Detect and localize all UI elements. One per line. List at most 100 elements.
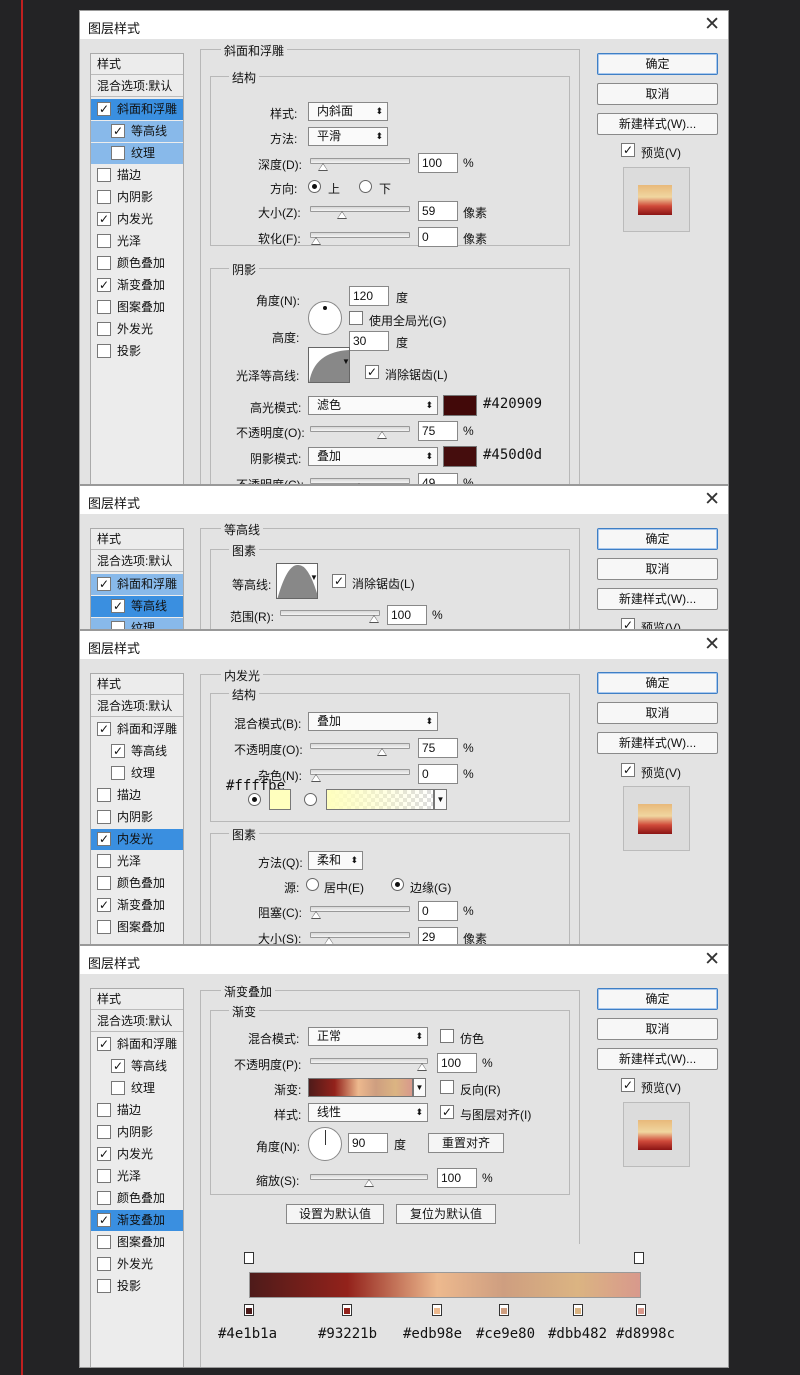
antialias-checkbox[interactable]: ✓ [365, 365, 379, 379]
color-stop[interactable] [636, 1304, 646, 1316]
noise-input[interactable]: 0 [418, 764, 458, 784]
dither-checkbox[interactable] [440, 1029, 454, 1043]
checkbox-bevel[interactable]: ✓ [97, 102, 111, 116]
size-slider[interactable] [310, 932, 410, 944]
cancel-button[interactable]: 取消 [597, 1018, 718, 1040]
color-stop[interactable] [432, 1304, 443, 1316]
angle-dial[interactable] [308, 1127, 342, 1161]
solid-color-radio[interactable] [248, 793, 261, 806]
sidebar-blending-options[interactable]: 混合选项:默认 [91, 551, 183, 572]
sidebar-item-color-overlay[interactable]: 颜色叠加 [91, 1188, 183, 1209]
sidebar-item-pattern-overlay[interactable]: 图案叠加 [91, 1232, 183, 1253]
checkbox-contour[interactable]: ✓ [111, 1059, 125, 1073]
checkbox-satin[interactable] [97, 234, 111, 248]
checkbox-contour[interactable]: ✓ [111, 124, 125, 138]
angle-input[interactable]: 90 [348, 1133, 388, 1153]
ok-button[interactable]: 确定 [597, 528, 718, 550]
sidebar-item-inner-glow[interactable]: ✓ 内发光 [91, 209, 183, 230]
chevron-down-icon[interactable]: ▼ [342, 357, 350, 366]
sidebar-item-color-overlay[interactable]: 颜色叠加 [91, 253, 183, 274]
blend-mode-select[interactable]: 正常 ⬍ [308, 1027, 428, 1046]
color-stop[interactable] [573, 1304, 584, 1316]
technique-select[interactable]: 平滑 ⬍ [308, 127, 388, 146]
highlight-color-swatch[interactable] [443, 395, 477, 416]
make-default-button[interactable]: 设置为默认值 [286, 1204, 384, 1224]
shadow-opacity-input[interactable]: 49 [418, 473, 458, 484]
range-slider[interactable] [280, 610, 380, 623]
new-style-button[interactable]: 新建样式(W)... [597, 588, 718, 610]
sidebar-item-inner-shadow[interactable]: 内阴影 [91, 807, 183, 828]
checkbox-outer-glow[interactable] [97, 1257, 111, 1271]
checkbox-bevel[interactable]: ✓ [97, 1037, 111, 1051]
checkbox-texture[interactable] [111, 766, 125, 780]
gradient-picker[interactable] [308, 1078, 413, 1097]
gradient-radio[interactable] [304, 793, 317, 806]
highlight-opacity-slider[interactable] [310, 426, 410, 439]
color-stop[interactable] [498, 1304, 509, 1316]
technique-select[interactable]: 柔和 ⬍ [308, 851, 363, 870]
sidebar-item-inner-shadow[interactable]: 内阴影 [91, 1122, 183, 1143]
checkbox-gradient-overlay[interactable]: ✓ [97, 898, 111, 912]
checkbox-pattern-overlay[interactable] [97, 920, 111, 934]
angle-input[interactable]: 120 [349, 286, 389, 306]
sidebar-blending-options[interactable]: 混合选项:默认 [91, 696, 183, 717]
checkbox-inner-shadow[interactable] [97, 190, 111, 204]
new-style-button[interactable]: 新建样式(W)... [597, 1048, 718, 1070]
sidebar-item-contour[interactable]: ✓ 等高线 [91, 1056, 183, 1077]
antialias-checkbox[interactable]: ✓ [332, 574, 346, 588]
opacity-slider-thumb[interactable] [417, 1063, 427, 1071]
checkbox-bevel[interactable]: ✓ [97, 722, 111, 736]
cancel-button[interactable]: 取消 [597, 702, 718, 724]
checkbox-satin[interactable] [97, 1169, 111, 1183]
sidebar-item-inner-glow[interactable]: ✓ 内发光 [91, 1144, 183, 1165]
sidebar-item-inner-glow[interactable]: ✓ 内发光 [91, 829, 183, 850]
checkbox-contour[interactable]: ✓ [111, 744, 125, 758]
sidebar-item-drop-shadow[interactable]: 投影 [91, 1276, 183, 1297]
checkbox-drop-shadow[interactable] [97, 1279, 111, 1293]
size-slider-thumb[interactable] [324, 937, 335, 944]
noise-slider[interactable] [310, 769, 410, 782]
highlight-mode-select[interactable]: 滤色 ⬍ [308, 396, 438, 415]
direction-up-radio[interactable] [308, 180, 321, 193]
preview-checkbox[interactable]: ✓ [621, 1078, 635, 1092]
angle-dial[interactable] [308, 301, 342, 335]
sidebar-item-drop-shadow[interactable]: 投影 [91, 341, 183, 362]
ok-button[interactable]: 确定 [597, 53, 718, 75]
depth-input[interactable]: 100 [418, 153, 458, 173]
style-select[interactable]: 内斜面 ⬍ [308, 102, 388, 121]
checkbox-inner-glow[interactable]: ✓ [97, 832, 111, 846]
soften-input[interactable]: 0 [418, 227, 458, 247]
altitude-input[interactable]: 30 [349, 331, 389, 351]
blend-mode-select[interactable]: 叠加 ⬍ [308, 712, 438, 731]
opacity-stop-right[interactable] [634, 1252, 644, 1264]
checkbox-contour[interactable]: ✓ [111, 599, 125, 613]
choke-slider[interactable] [310, 906, 410, 919]
checkbox-stroke[interactable] [97, 168, 111, 182]
checkbox-pattern-overlay[interactable] [97, 1235, 111, 1249]
cancel-button[interactable]: 取消 [597, 558, 718, 580]
checkbox-satin[interactable] [97, 854, 111, 868]
checkbox-drop-shadow[interactable] [97, 344, 111, 358]
close-icon[interactable]: ✕ [704, 13, 720, 36]
scale-input[interactable]: 100 [437, 1168, 477, 1188]
checkbox-color-overlay[interactable] [97, 876, 111, 890]
opacity-slider-thumb[interactable] [377, 748, 387, 756]
sidebar-item-contour[interactable]: ✓ 等高线 [91, 121, 183, 142]
checkbox-texture[interactable] [111, 621, 125, 629]
source-center-radio[interactable] [306, 878, 319, 891]
sidebar-item-stroke[interactable]: 描边 [91, 165, 183, 186]
sidebar-item-gradient-overlay[interactable]: ✓ 渐变叠加 [91, 275, 183, 296]
sidebar-item-color-overlay[interactable]: 颜色叠加 [91, 873, 183, 894]
color-stop[interactable] [244, 1304, 254, 1316]
preview-checkbox[interactable]: ✓ [621, 763, 635, 777]
sidebar-blending-options[interactable]: 混合选项:默认 [91, 1011, 183, 1032]
sidebar-item-texture[interactable]: 纹理 [91, 763, 183, 784]
sidebar-item-satin[interactable]: 光泽 [91, 231, 183, 252]
checkbox-gradient-overlay[interactable]: ✓ [97, 278, 111, 292]
sidebar-item-outer-glow[interactable]: 外发光 [91, 319, 183, 340]
chevron-down-icon[interactable]: ▼ [310, 573, 318, 582]
new-style-button[interactable]: 新建样式(W)... [597, 732, 718, 754]
sidebar-item-pattern-overlay[interactable]: 图案叠加 [91, 917, 183, 938]
opacity-input[interactable]: 75 [418, 738, 458, 758]
size-slider-thumb[interactable] [337, 211, 348, 219]
